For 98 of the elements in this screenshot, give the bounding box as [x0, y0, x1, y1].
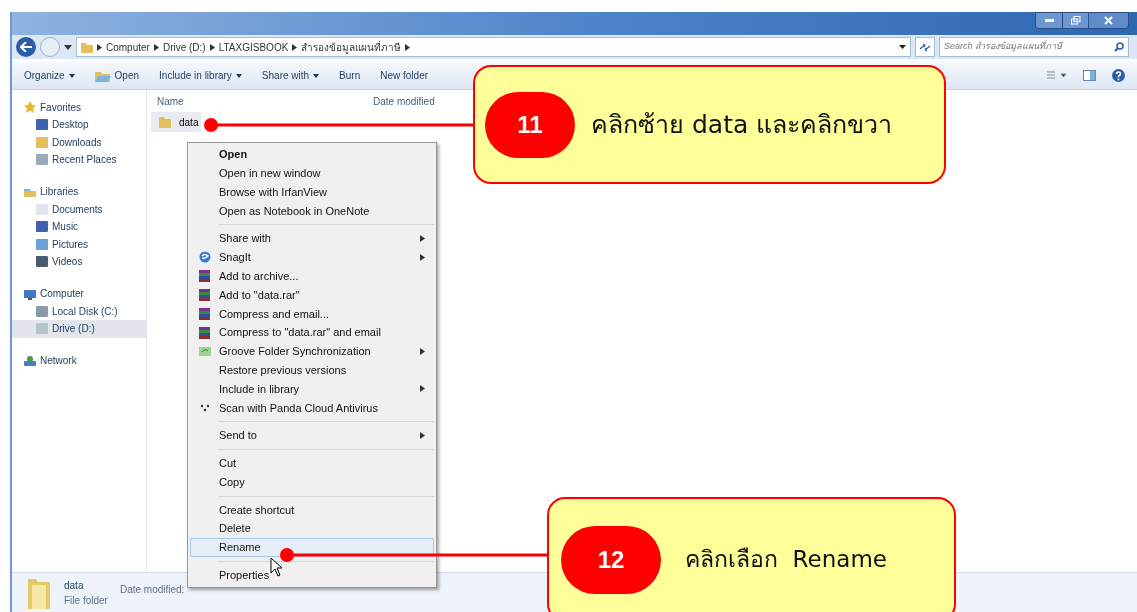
restore-icon [1070, 16, 1081, 25]
back-button[interactable] [16, 37, 36, 57]
computer-icon [24, 287, 36, 300]
menu-item[interactable]: Scan with Panda Cloud Antivirus [190, 398, 434, 418]
stacked-books-icon [199, 326, 211, 339]
navigation-item[interactable]: Local Disk (C:) [12, 302, 146, 320]
refresh-button[interactable] [915, 37, 935, 57]
chevron-icon [153, 43, 159, 51]
menu-item[interactable]: Add to archive... [190, 266, 434, 286]
breadcrumb[interactable]: Drive (D:) [162, 39, 206, 55]
navigation-group[interactable]: Libraries [12, 182, 146, 201]
selected-item-name: data [64, 578, 85, 593]
file-row[interactable]: data [151, 112, 201, 132]
navigation-item[interactable]: Drive (D:) [12, 320, 146, 338]
menu-item[interactable]: Open in new window [190, 163, 434, 183]
navigation-item[interactable]: Videos [12, 253, 146, 271]
menu-item[interactable]: Copy [190, 472, 434, 492]
menu-item[interactable]: Rename [190, 538, 434, 557]
menu-item[interactable]: Create shortcut [190, 500, 434, 520]
navigation-item[interactable]: Documents [12, 200, 146, 218]
menu-item[interactable]: Share with [190, 229, 434, 248]
menu-item[interactable]: Send to [190, 426, 434, 445]
breadcrumb[interactable]: Computer [106, 39, 150, 55]
step-number: 12 [561, 525, 661, 594]
preview-pane-icon[interactable] [1083, 70, 1096, 81]
menu-item[interactable]: Compress to "data.rar" and email [190, 323, 434, 342]
chevron-icon [97, 43, 102, 51]
toolbar-button[interactable]: Share with [261, 68, 320, 83]
navigation-group[interactable]: Network [12, 351, 146, 370]
menu-item[interactable]: Open as Notebook in OneNote [190, 201, 434, 221]
toolbar-button[interactable]: Burn [339, 68, 361, 83]
item-icon [36, 238, 48, 250]
menu-item[interactable]: Browse with IrfanView [190, 182, 434, 202]
snagit-icon [199, 251, 211, 264]
menu-item[interactable]: Include in library [190, 379, 434, 399]
menu-item[interactable]: Delete [190, 519, 434, 539]
chevron-icon [292, 43, 298, 51]
navigation-item[interactable]: Desktop [12, 116, 146, 134]
item-icon [36, 256, 48, 268]
navigation-item[interactable]: Pictures [12, 235, 146, 253]
mouse-cursor-icon [270, 557, 284, 577]
menu-item[interactable]: Groove Folder Synchronization [190, 341, 434, 361]
back-arrow-icon [20, 42, 32, 52]
stacked-books-icon [199, 288, 211, 301]
callout-text: คลิกเลือก Rename [685, 545, 887, 575]
search-placeholder: Search สำรองข้อมูลแผนที่ภาษี [944, 40, 1063, 54]
item-icon [36, 136, 48, 148]
network-icon [24, 354, 36, 367]
view-options-icon[interactable] [1047, 70, 1067, 81]
navigation-item[interactable]: Music [12, 218, 146, 236]
toolbar-button[interactable]: Include in library [159, 68, 242, 83]
breadcrumb[interactable]: สำรองข้อมูลแผนที่ภาษี [301, 39, 402, 55]
minimize-icon [1044, 19, 1054, 22]
folder-icon [159, 116, 171, 128]
callout-text: คลิกซ้าย data และคลิกขวา [591, 108, 893, 141]
item-icon [36, 305, 48, 317]
star-icon [24, 101, 36, 113]
item-icon [36, 203, 48, 215]
item-icon [36, 154, 48, 166]
search-field[interactable]: Search สำรองข้อมูลแผนที่ภาษี [939, 37, 1129, 57]
refresh-icon [919, 42, 931, 52]
menu-item[interactable]: Add to "data.rar" [190, 285, 434, 305]
sync-folder-icon [199, 345, 211, 358]
navigation-item[interactable]: Recent Places [12, 151, 146, 169]
close-button[interactable] [1088, 13, 1128, 28]
address-field[interactable]: Computer Drive (D:) LTAXGISBOOK สำรองข้อมูลแผนที่ภาษี [76, 37, 911, 57]
stacked-books-icon [199, 307, 211, 320]
folder-icon [81, 41, 93, 53]
restore-button[interactable] [1062, 13, 1088, 28]
stacked-books-icon [199, 270, 211, 283]
item-icon [36, 323, 48, 335]
item-icon [36, 119, 48, 131]
column-header[interactable]: Name [157, 93, 373, 109]
navigation-group[interactable]: Computer [12, 284, 146, 303]
item-icon [36, 221, 48, 233]
step-number: 11 [485, 91, 575, 158]
history-dropdown-icon [64, 44, 72, 50]
menu-item[interactable]: Open [190, 145, 434, 164]
menu-item[interactable]: Compress and email... [190, 304, 434, 324]
date-modified-label: Date modified: [119, 583, 185, 597]
navigation-group[interactable]: Favorites [12, 98, 146, 116]
menu-item[interactable]: Restore previous versions [190, 360, 434, 380]
menu-item[interactable]: Cut [190, 453, 434, 473]
chevron-icon [405, 43, 411, 51]
toolbar-button[interactable]: Open [94, 68, 140, 83]
toolbar-button[interactable]: Organize [24, 68, 75, 83]
selected-item-type: File folder [64, 593, 108, 608]
close-icon [1104, 16, 1113, 25]
navigation-item[interactable]: Downloads [12, 133, 146, 151]
help-icon[interactable] [1112, 69, 1125, 82]
column-header[interactable]: Date modified [373, 93, 473, 109]
breadcrumb[interactable]: LTAXGISBOOK [218, 39, 289, 55]
search-icon [1114, 42, 1124, 52]
dropdown-icon [899, 45, 906, 49]
chevron-icon [209, 43, 215, 51]
menu-item[interactable]: Properties [190, 565, 434, 585]
toolbar-button[interactable]: New folder [380, 68, 429, 83]
menu-item[interactable]: SnagIt [190, 248, 434, 267]
